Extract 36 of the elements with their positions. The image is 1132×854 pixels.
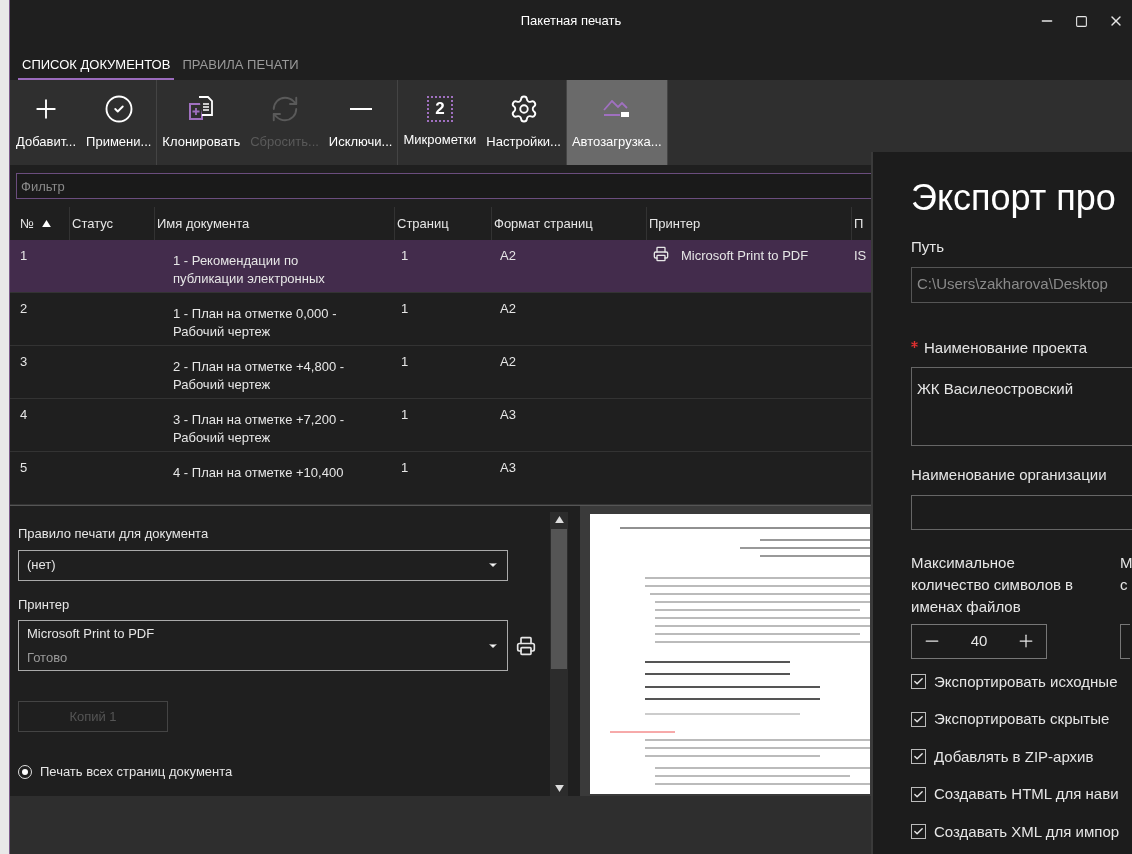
table-cell: A2 <box>500 354 516 369</box>
table-cell: A2 <box>500 248 516 263</box>
table-cell: 2 <box>20 301 28 316</box>
checkbox-label: Создавать HTML для нави <box>934 784 1119 804</box>
table-cell: 1 <box>401 354 409 369</box>
field-label: Правило печати для документа <box>18 525 210 543</box>
table-cell: A3 <box>500 407 516 422</box>
table-cell: 1 <box>401 460 409 475</box>
checkbox-label: Создавать XML для импор <box>934 821 1120 842</box>
field-label: Наименование организации <box>911 465 1108 485</box>
table-cell: 2 - План на отметке +4,800 - Рабочий чертеж <box>173 359 345 392</box>
table-cell: 1 <box>401 248 409 263</box>
table-cell: 1 <box>401 301 409 316</box>
checkbox-label: Экспортировать скрытые <box>934 709 1110 729</box>
table-cell: 1 <box>401 407 409 422</box>
table-cell: 1 - Рекомендации по публикации электронных <box>173 253 325 286</box>
table-cell: A2 <box>500 301 516 316</box>
table-cell: 3 - План на отметке +7,200 - Рабочий чертеж <box>173 412 345 445</box>
field-label: Принтер <box>18 595 71 614</box>
radio-label: Печать всех страниц документа <box>40 763 233 781</box>
table-cell: 4 <box>20 407 28 422</box>
field-label: Путь <box>911 237 945 257</box>
table-cell: 5 <box>20 460 28 475</box>
table-cell-text: Microsoft Print to PDF <box>681 247 809 265</box>
checkbox-label: Добавлять в ZIP-архив <box>934 746 1094 767</box>
table-cell: 1 <box>20 248 28 263</box>
table-cell: 1 - План на отметке 0,000 - Рабочий чертеж <box>173 306 337 339</box>
window-title: Пакетная печать <box>520 12 622 31</box>
table-cell: 3 <box>20 354 28 369</box>
table-cell: 4 - План на отметке +10,400 <box>173 465 344 480</box>
checkbox-label: Экспортировать исходные <box>934 671 1118 692</box>
field-label: Максимальное количество символов в именах файлов <box>911 552 1075 617</box>
numbered-marker-icon: 2 <box>426 95 453 122</box>
field-label: М с <box>1120 552 1132 595</box>
table-cell: A3 <box>500 460 516 475</box>
table-cell: IS <box>854 248 867 263</box>
